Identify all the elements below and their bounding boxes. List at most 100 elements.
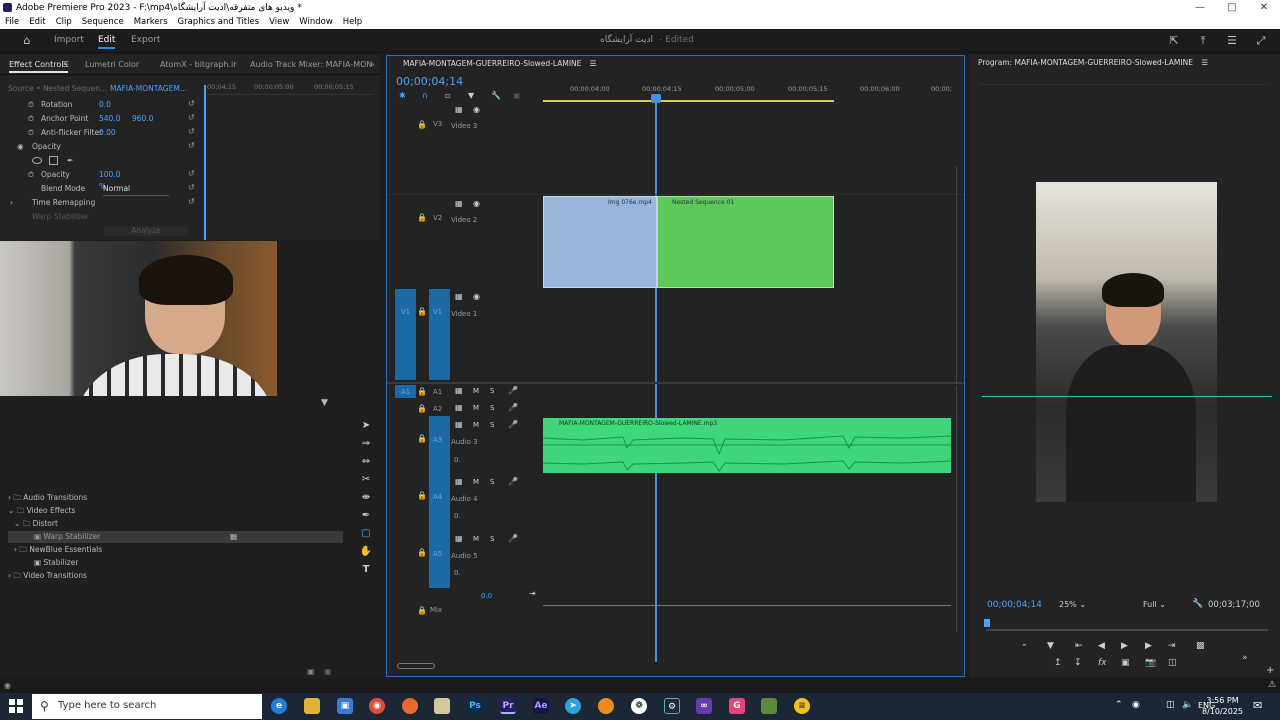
go-to-out-icon[interactable]: ⇥ xyxy=(1168,641,1176,651)
vertical-scrollbar[interactable] xyxy=(951,166,957,384)
minimize-icon[interactable]: — xyxy=(1184,0,1216,15)
lock-icon[interactable]: 🔒 xyxy=(417,548,427,557)
share-icon[interactable]: ⤒ xyxy=(1196,34,1210,48)
wrench-icon[interactable]: 🔧 xyxy=(491,91,501,100)
tab-effect-controls[interactable]: Effect Controls xyxy=(9,60,68,73)
reset-icon[interactable]: ↺ xyxy=(188,127,195,136)
mic-icon[interactable]: 🎤 xyxy=(508,386,518,395)
mute-m[interactable]: M xyxy=(473,404,479,412)
eye-icon[interactable]: ◉ xyxy=(473,199,480,208)
clock[interactable]: 3:56 PM 8/10/2025 xyxy=(1200,695,1245,717)
menu-view[interactable]: View xyxy=(269,17,289,27)
rectangle-tool-icon[interactable]: ▢ xyxy=(355,528,377,546)
premiere-icon[interactable]: Pr xyxy=(500,698,516,714)
toggle-output-icon[interactable]: ▦ xyxy=(455,477,463,486)
export-frame-icon[interactable]: 📷 xyxy=(1145,658,1156,668)
menu-edit[interactable]: Edit xyxy=(29,17,45,27)
eye-icon[interactable]: ◉ xyxy=(473,292,480,301)
step-forward-icon[interactable]: ▶ xyxy=(1145,641,1152,651)
quick-export-icon[interactable]: ⇱ xyxy=(1167,34,1181,48)
network-icon[interactable]: ◫ xyxy=(1166,700,1175,710)
solo-s[interactable]: S xyxy=(490,404,494,412)
eye-icon[interactable]: ◉ xyxy=(473,105,480,114)
new-bin-icon[interactable]: ▣ xyxy=(307,667,315,676)
visual-studio-icon[interactable]: ∞ xyxy=(696,698,712,714)
mute-m[interactable]: M xyxy=(473,421,479,429)
mix-end-icon[interactable]: ⇥ xyxy=(529,589,536,598)
go-to-in-icon[interactable]: ⇤ xyxy=(1075,641,1083,651)
lock-icon[interactable]: 🔒 xyxy=(417,606,427,615)
tab-audio-mixer[interactable]: Audio Track Mixer: MAFIA-MON xyxy=(250,60,372,69)
playhead-handle[interactable] xyxy=(651,94,661,103)
toggle-output-icon[interactable]: ▦ xyxy=(455,386,463,395)
tree-item[interactable]: ⌄ 🗀 Video Effects xyxy=(8,505,75,517)
reset-icon[interactable]: ↺ xyxy=(188,183,195,192)
blend-mode-select[interactable]: Normal xyxy=(103,183,169,196)
more-panels-icon[interactable]: » xyxy=(370,60,375,69)
menu-icon[interactable]: ☰ xyxy=(1225,34,1239,48)
vertical-scrollbar-audio[interactable] xyxy=(951,386,957,632)
mini-playhead[interactable] xyxy=(204,85,206,240)
windows-start-icon[interactable] xyxy=(9,699,23,713)
toggle-output-icon[interactable]: ▦ xyxy=(455,403,463,412)
firefox-icon[interactable] xyxy=(402,698,418,714)
menu-window[interactable]: Window xyxy=(299,17,333,27)
type-tool-icon[interactable]: T xyxy=(355,564,377,582)
notification-icon[interactable]: ✉ xyxy=(1253,699,1262,712)
menu-clip[interactable]: Clip xyxy=(56,17,72,27)
tray-chevron-icon[interactable]: ⌃ xyxy=(1115,700,1123,710)
stopwatch-icon[interactable]: ⏱ xyxy=(28,169,34,181)
menu-file[interactable]: File xyxy=(5,17,19,27)
nest-icon[interactable]: ✱ xyxy=(399,91,406,100)
tray-app-icon[interactable]: ◉ xyxy=(1132,700,1140,710)
after-effects-icon[interactable]: Ae xyxy=(533,698,549,714)
slip-tool-icon[interactable]: ⇼ xyxy=(355,492,377,510)
video-clip-nested[interactable]: Nested Sequence 01 xyxy=(657,196,834,288)
reset-icon[interactable]: ↺ xyxy=(188,99,195,108)
home-icon[interactable]: ⌂ xyxy=(20,34,34,48)
tree-item[interactable]: ⌄ 🗀 Distort xyxy=(14,518,58,530)
steam-icon[interactable]: ⚙ xyxy=(664,698,680,714)
insert-icon[interactable]: ▩ xyxy=(1196,641,1205,651)
fx-icon[interactable]: fx xyxy=(1098,658,1107,668)
lock-icon[interactable]: 🔒 xyxy=(417,404,427,413)
edge-icon[interactable]: e xyxy=(271,698,287,714)
analyze-button[interactable]: Analyze xyxy=(104,226,188,236)
linked-icon[interactable]: ▫ xyxy=(445,91,450,100)
toggle-output-icon[interactable]: ▦ xyxy=(455,199,463,208)
track-target-v1[interactable] xyxy=(395,289,416,380)
solo-s[interactable]: S xyxy=(490,387,494,395)
ellipse-mask-icon[interactable] xyxy=(32,157,42,164)
lock-icon[interactable]: 🔒 xyxy=(417,307,427,316)
menu-markers[interactable]: Markers xyxy=(134,17,168,27)
track-target-v1b[interactable] xyxy=(429,289,450,380)
tree-item[interactable]: › 🗀 NewBlue Essentials xyxy=(14,544,102,556)
fullscreen-icon[interactable]: ⤢ xyxy=(1254,34,1268,48)
extract-icon[interactable]: ↥ xyxy=(1054,658,1062,668)
reset-icon[interactable]: ↺ xyxy=(188,141,195,150)
minecraft-icon[interactable] xyxy=(761,698,777,714)
settings-wrench-icon[interactable]: 🔧 xyxy=(1192,599,1203,609)
tab-import[interactable]: Import xyxy=(54,35,84,45)
panel-menu-icon[interactable]: ☰ xyxy=(1201,58,1208,67)
anchor-x-value[interactable]: 540.0 xyxy=(99,113,120,125)
work-area-bar[interactable] xyxy=(543,100,834,102)
taskbar-search[interactable]: ⚲ Type here to search xyxy=(32,694,262,719)
hand-tool-icon[interactable]: ✋ xyxy=(355,546,377,564)
mix-value[interactable]: 0.0 xyxy=(481,592,492,600)
expand-icon[interactable]: › xyxy=(10,197,13,209)
panel-menu-icon[interactable]: ☰ xyxy=(590,59,597,68)
tab-edit[interactable]: Edit xyxy=(98,35,116,49)
program-scrub-bar[interactable] xyxy=(986,629,1268,631)
track-select-tool-icon[interactable]: ⇒ xyxy=(355,438,377,456)
zoom-select[interactable]: 25% ⌄ xyxy=(1059,600,1086,609)
timeline-timecode[interactable]: 00;00;04;14 xyxy=(396,75,463,88)
menu-graphics[interactable]: Graphics and Titles xyxy=(178,17,260,27)
app-icon[interactable] xyxy=(598,698,614,714)
tree-item[interactable]: ▣ Stabilizer xyxy=(34,557,78,569)
lock-icon[interactable]: 🔒 xyxy=(417,213,427,222)
mic-icon[interactable]: 🎤 xyxy=(508,534,518,543)
audio-clip[interactable]: MAFIA-MONTAGEM-GUERREIRO-Slowed-LAMINE.m… xyxy=(543,418,951,473)
playhead[interactable] xyxy=(655,94,657,662)
quality-select[interactable]: Full ⌄ xyxy=(1143,600,1166,609)
